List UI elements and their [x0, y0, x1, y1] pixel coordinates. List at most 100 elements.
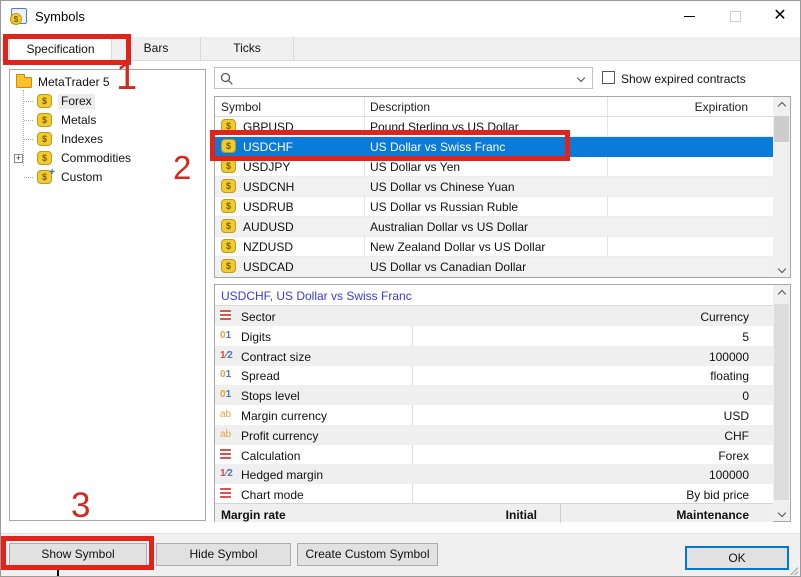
red-bars-icon: [220, 488, 231, 498]
scrollbar-thumb[interactable]: [774, 116, 789, 142]
coin-icon: $: [221, 239, 236, 253]
tree-item-commodities[interactable]: $ Commodities: [10, 149, 205, 168]
number-01-icon: [220, 388, 236, 401]
table-row-usdcnh[interactable]: $ USDCNH US Dollar vs Chinese Yuan: [215, 177, 773, 197]
show-expired-checkbox[interactable]: [602, 71, 615, 84]
symbol-search-combo[interactable]: [214, 67, 593, 89]
tree-connector-stub: [24, 139, 33, 140]
chevron-down-icon[interactable]: [577, 74, 585, 82]
title-bar: $ Symbols ✕: [1, 1, 801, 31]
close-button[interactable]: ✕: [758, 1, 801, 31]
one-half-icon: [220, 349, 236, 362]
chevron-down-icon: [777, 265, 785, 273]
show-symbol-button[interactable]: Show Symbol: [9, 543, 147, 566]
tree-item-indexes[interactable]: $ Indexes: [10, 130, 205, 149]
symbols-dialog: $ Symbols ✕ Specification Bars Ticks Met…: [0, 0, 801, 577]
table-row-usdcad[interactable]: $ USDCAD US Dollar vs Canadian Dollar: [215, 257, 773, 277]
tree-item-forex[interactable]: $ Forex: [10, 92, 205, 111]
table-row-usdjpy[interactable]: $ USDJPY US Dollar vs Yen: [215, 157, 773, 177]
spec-row-digits: Digits 5: [215, 326, 773, 346]
spec-row-stops-level: Stops level 0: [215, 385, 773, 405]
red-bars-icon: [220, 449, 231, 459]
column-header-expiration[interactable]: Expiration: [695, 100, 748, 114]
resize-grip[interactable]: [790, 567, 798, 575]
red-bars-icon: [220, 310, 231, 320]
spec-row-margin-currency: Margin currency USD: [215, 405, 773, 425]
spec-header-text: USDCHF, US Dollar vs Swiss Franc: [221, 289, 412, 303]
spec-header: USDCHF, US Dollar vs Swiss Franc: [215, 285, 773, 306]
margin-rate-divider: [560, 504, 561, 523]
tree-item-metals[interactable]: $ Metals: [10, 111, 205, 130]
coin-icon: $: [221, 159, 236, 173]
number-01-icon: [220, 368, 236, 381]
scroll-up-button[interactable]: [773, 97, 790, 114]
coin-icon: $: [37, 132, 52, 146]
tab-ticks[interactable]: Ticks: [201, 37, 294, 61]
chevron-up-icon: [777, 102, 785, 110]
tree-item-custom[interactable]: $+ Custom: [10, 168, 205, 187]
specification-panel: USDCHF, US Dollar vs Swiss Franc Sector …: [214, 284, 791, 522]
minimize-button[interactable]: [667, 1, 711, 31]
coin-icon: $: [37, 151, 52, 165]
spec-row-chart-mode: Chart mode By bid price: [215, 484, 773, 504]
bottom-bar: Show Symbol Hide Symbol Create Custom Sy…: [1, 533, 801, 577]
symbols-table: Symbol Description Expiration $ GBPUSD P…: [214, 96, 791, 278]
table-row-nzdusd[interactable]: $ NZDUSD New Zealand Dollar vs US Dollar: [215, 237, 773, 257]
letters-ab-icon: [220, 428, 236, 441]
scroll-up-button[interactable]: [773, 285, 790, 302]
spec-row-spread: Spread floating: [215, 365, 773, 385]
symbols-coin-icon: $: [11, 8, 27, 24]
coin-icon: $: [221, 259, 236, 273]
chevron-down-icon: [777, 509, 785, 517]
expand-plus-icon[interactable]: [14, 154, 23, 163]
coin-icon: $: [221, 219, 236, 233]
coin-icon: $: [37, 113, 52, 127]
spec-row-margin-rate: Margin rate Initial Maintenance: [215, 503, 773, 522]
coin-icon: $: [221, 199, 236, 213]
table-row-usdchf[interactable]: $ USDCHF US Dollar vs Swiss Franc: [215, 137, 773, 157]
text-cursor-artifact: [57, 567, 59, 577]
letters-ab-icon: [220, 408, 236, 421]
number-01-icon: [220, 329, 236, 342]
coin-icon: $: [221, 139, 236, 153]
search-icon: [220, 72, 234, 86]
tab-specification[interactable]: Specification: [9, 37, 112, 62]
close-icon: ✕: [773, 7, 786, 24]
spec-row-hedged-margin: Hedged margin 100000: [215, 464, 773, 484]
tab-strip: Specification Bars Ticks: [1, 37, 801, 61]
maximize-icon: [730, 11, 741, 22]
maximize-button[interactable]: [713, 1, 757, 31]
scroll-down-button[interactable]: [773, 504, 790, 521]
table-row-audusd[interactable]: $ AUDUSD Australian Dollar vs US Dollar: [215, 217, 773, 237]
coin-icon: $: [221, 119, 236, 133]
scrollbar-thumb[interactable]: [774, 304, 789, 500]
tree-item-metatrader5[interactable]: MetaTrader 5: [10, 73, 205, 92]
coin-icon: $: [221, 179, 236, 193]
coin-plus-icon: $+: [37, 170, 52, 184]
table-header: Symbol Description Expiration: [215, 97, 773, 117]
tab-bars[interactable]: Bars: [112, 37, 201, 61]
scroll-down-button[interactable]: [773, 260, 790, 277]
spec-row-contract-size: Contract size 100000: [215, 346, 773, 366]
spec-row-sector: Sector Currency: [215, 306, 773, 326]
column-header-description[interactable]: Description: [370, 100, 430, 114]
hide-symbol-button[interactable]: Hide Symbol: [156, 543, 291, 566]
table-row-gbpusd[interactable]: $ GBPUSD Pound Sterling vs US Dollar: [215, 117, 773, 137]
chevron-up-icon: [777, 290, 785, 298]
table-row-usdrub[interactable]: $ USDRUB US Dollar vs Russian Ruble: [215, 197, 773, 217]
window-title: Symbols: [35, 9, 85, 24]
tree-connector-stub: [24, 120, 33, 121]
tree-connector-stub: [24, 101, 33, 102]
table-scrollbar[interactable]: [773, 97, 790, 277]
search-input[interactable]: [239, 69, 569, 87]
minimize-icon: [684, 16, 695, 17]
tree-connector-stub: [24, 177, 33, 178]
show-expired-label: Show expired contracts: [621, 72, 746, 86]
folder-icon: [16, 77, 32, 88]
create-custom-symbol-button[interactable]: Create Custom Symbol: [297, 543, 438, 566]
column-header-symbol[interactable]: Symbol: [221, 100, 261, 114]
spec-scrollbar[interactable]: [773, 285, 790, 521]
symbol-tree-panel: MetaTrader 5 $ Forex $ Metals $ Indexes …: [9, 69, 206, 521]
coin-icon: $: [37, 94, 52, 108]
ok-button[interactable]: OK: [685, 546, 789, 570]
